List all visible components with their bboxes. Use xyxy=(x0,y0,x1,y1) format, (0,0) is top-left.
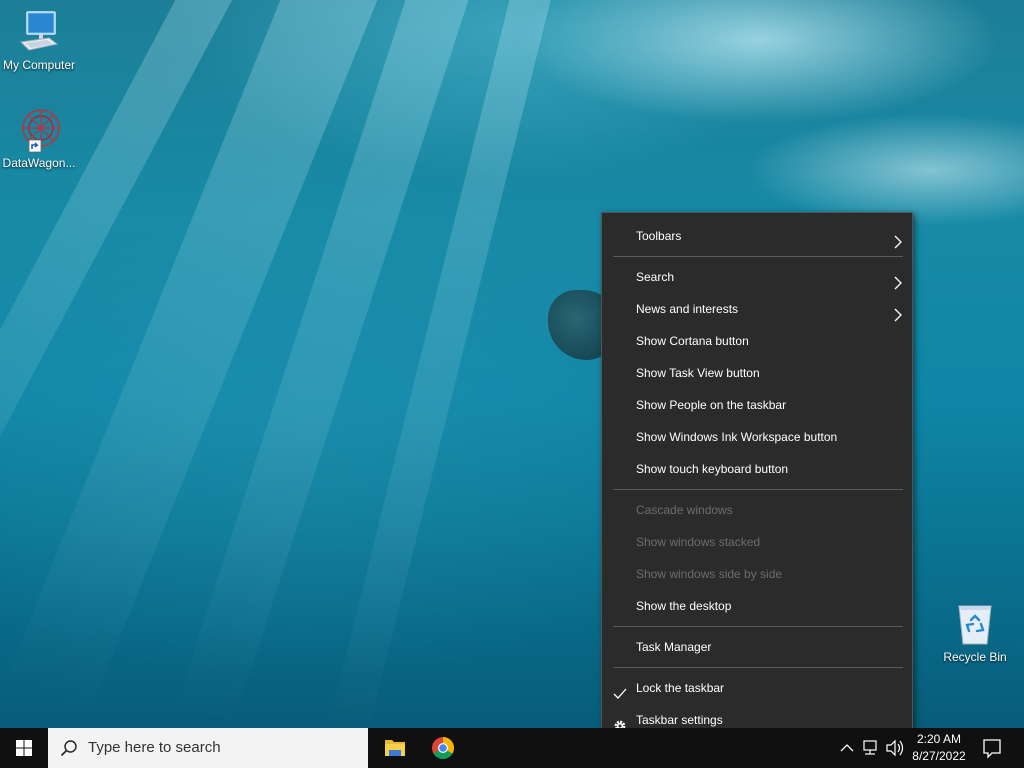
taskbar-clock[interactable]: 2:20 AM 8/27/2022 xyxy=(908,731,970,765)
menu-item-label: Lock the taskbar xyxy=(636,681,725,695)
menu-item-toolbars[interactable]: Toolbars xyxy=(602,220,912,252)
menu-item-label: Show windows side by side xyxy=(636,567,783,581)
menu-item-label: Show touch keyboard button xyxy=(636,462,789,476)
computer-icon xyxy=(15,8,63,56)
menu-item-search[interactable]: Search xyxy=(602,261,912,293)
menu-item-label: Show People on the taskbar xyxy=(636,398,787,412)
menu-item-label: Cascade windows xyxy=(636,503,733,517)
desktop-icon-recycle-bin[interactable]: Recycle Bin xyxy=(936,600,1014,664)
menu-separator xyxy=(613,256,903,257)
menu-item-label: Search xyxy=(636,270,675,284)
chevron-right-icon xyxy=(892,270,904,290)
desktop-icon-datawagon[interactable]: DataWagon... xyxy=(0,106,78,170)
desktop-icon-label: Recycle Bin xyxy=(943,650,1007,664)
menu-item-show-the-desktop[interactable]: Show the desktop xyxy=(602,590,912,622)
menu-item-show-task-view-button[interactable]: Show Task View button xyxy=(602,357,912,389)
menu-item-show-touch-keyboard[interactable]: Show touch keyboard button xyxy=(602,453,912,485)
menu-item-label: Task Manager xyxy=(636,640,712,654)
menu-item-show-people[interactable]: Show People on the taskbar xyxy=(602,389,912,421)
light-ray xyxy=(174,0,479,728)
network-icon xyxy=(863,740,877,755)
menu-item-show-windows-side-by-side: Show windows side by side xyxy=(602,558,912,590)
speaker-icon xyxy=(886,739,904,757)
menu-item-label: Show Cortana button xyxy=(636,334,749,348)
taskbar[interactable]: Type here to search 2:20 AM 8/27/2022 xyxy=(0,728,1024,768)
menu-item-label: News and interests xyxy=(636,302,739,316)
menu-item-show-cortana-button[interactable]: Show Cortana button xyxy=(602,325,912,357)
gear-icon xyxy=(613,713,627,732)
menu-item-label: Show windows stacked xyxy=(636,535,761,549)
recycle-bin-icon xyxy=(951,600,999,648)
menu-separator xyxy=(613,667,903,668)
menu-separator xyxy=(613,626,903,627)
taskbar-search-box[interactable]: Type here to search xyxy=(48,728,368,768)
tray-overflow-chevron[interactable] xyxy=(838,728,856,768)
windows-logo-icon xyxy=(16,740,32,756)
menu-item-label: Toolbars xyxy=(636,229,682,243)
tray-volume[interactable] xyxy=(884,728,906,768)
folder-icon xyxy=(385,740,405,756)
desktop-icon-my-computer[interactable]: My Computer xyxy=(0,8,78,72)
menu-item-label: Show the desktop xyxy=(636,599,732,613)
menu-item-cascade-windows: Cascade windows xyxy=(602,494,912,526)
menu-item-lock-the-taskbar[interactable]: Lock the taskbar xyxy=(602,672,912,704)
light-ray xyxy=(327,0,560,728)
menu-item-news-and-interests[interactable]: News and interests xyxy=(602,293,912,325)
desktop-icon-label: DataWagon... xyxy=(2,156,76,170)
taskbar-app-file-explorer[interactable] xyxy=(371,728,419,768)
chevron-right-icon xyxy=(892,302,904,322)
search-placeholder: Type here to search xyxy=(88,739,221,756)
chevron-up-icon xyxy=(840,744,854,752)
clock-date: 8/27/2022 xyxy=(912,749,966,763)
chrome-icon xyxy=(432,737,454,759)
taskbar-app-chrome[interactable] xyxy=(419,728,467,768)
menu-separator xyxy=(613,489,903,490)
checkmark-icon xyxy=(613,681,627,699)
desktop-icon-label: My Computer xyxy=(2,58,76,72)
menu-item-show-ink-workspace[interactable]: Show Windows Ink Workspace button xyxy=(602,421,912,453)
tray-network[interactable] xyxy=(860,728,882,768)
datawagon-icon xyxy=(15,106,63,154)
taskbar-context-menu: Toolbars Search News and interests Show … xyxy=(601,212,913,744)
clock-time: 2:20 AM xyxy=(916,732,962,746)
start-button[interactable] xyxy=(0,728,48,768)
notification-icon xyxy=(983,739,1001,759)
action-center-button[interactable] xyxy=(978,728,1006,768)
search-icon xyxy=(60,739,78,757)
menu-item-task-manager[interactable]: Task Manager xyxy=(602,631,912,663)
menu-item-label: Show Task View button xyxy=(636,366,760,380)
light-ray xyxy=(0,0,248,679)
menu-item-label: Show Windows Ink Workspace button xyxy=(636,430,838,444)
chevron-right-icon xyxy=(892,229,904,249)
menu-item-show-windows-stacked: Show windows stacked xyxy=(602,526,912,558)
